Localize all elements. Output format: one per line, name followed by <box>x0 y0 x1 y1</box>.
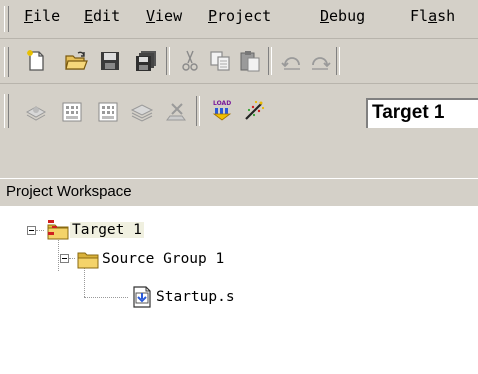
save-all-icon[interactable] <box>132 47 160 75</box>
menu-bar: File Edit View Project Debug Flash <box>0 0 478 39</box>
tree-connector <box>36 230 44 232</box>
new-file-icon[interactable] <box>22 47 50 75</box>
target-folder-icon <box>46 218 70 242</box>
cut-icon[interactable] <box>176 47 204 75</box>
target-options-icon[interactable] <box>240 96 268 124</box>
build-target-icon[interactable] <box>58 98 86 126</box>
collapse-toggle[interactable] <box>60 254 69 263</box>
tree-connector <box>69 258 75 260</box>
undo-icon[interactable] <box>278 47 306 75</box>
menu-debug[interactable]: Debug <box>320 7 365 25</box>
tree-item-target[interactable]: Target 1 <box>46 218 144 242</box>
project-tree[interactable]: Target 1 Source Group 1 Startup.s <box>0 206 478 374</box>
tree-item-source-group[interactable]: Source Group 1 <box>76 247 226 271</box>
toolbar-separator <box>268 47 272 75</box>
toolbar-separator <box>196 96 200 126</box>
toolbar-grip[interactable] <box>4 94 9 128</box>
redo-icon[interactable] <box>306 47 334 75</box>
menu-edit[interactable]: Edit <box>84 7 120 25</box>
tree-item-label: Startup.s <box>156 289 235 305</box>
rebuild-all-icon[interactable] <box>94 98 122 126</box>
stop-build-icon[interactable] <box>162 98 190 126</box>
asm-file-icon <box>130 285 154 309</box>
menu-view[interactable]: View <box>146 7 182 25</box>
workspace-title: Project Workspace <box>6 183 132 200</box>
tree-item-label: Target 1 <box>70 222 144 238</box>
download-load-icon[interactable]: LOAD <box>208 96 236 124</box>
paste-icon[interactable] <box>236 47 264 75</box>
file-toolbar <box>0 39 478 84</box>
toolbar-grip[interactable] <box>4 47 9 77</box>
menu-flash[interactable]: Flash <box>410 7 455 25</box>
toolbar-separator <box>336 47 340 75</box>
menu-project[interactable]: Project <box>208 7 271 25</box>
save-icon[interactable] <box>96 47 124 75</box>
menu-file[interactable]: File <box>24 7 60 25</box>
tree-connector <box>84 297 128 299</box>
open-folder-icon[interactable] <box>62 47 90 75</box>
menubar-grip[interactable] <box>4 6 9 32</box>
target-select[interactable]: Target 1 <box>366 98 478 128</box>
toolbar-separator <box>166 47 170 75</box>
toolbar-area <box>0 139 478 178</box>
folder-icon <box>76 247 100 271</box>
batch-build-icon[interactable] <box>128 98 156 126</box>
copy-icon[interactable] <box>206 47 234 75</box>
workspace-header: Project Workspace <box>0 178 478 207</box>
collapse-toggle[interactable] <box>27 226 36 235</box>
tree-item-file[interactable]: Startup.s <box>130 285 237 309</box>
tree-item-label: Source Group 1 <box>102 251 225 267</box>
translate-icon[interactable] <box>22 98 50 126</box>
svg-text:LOAD: LOAD <box>213 100 231 107</box>
